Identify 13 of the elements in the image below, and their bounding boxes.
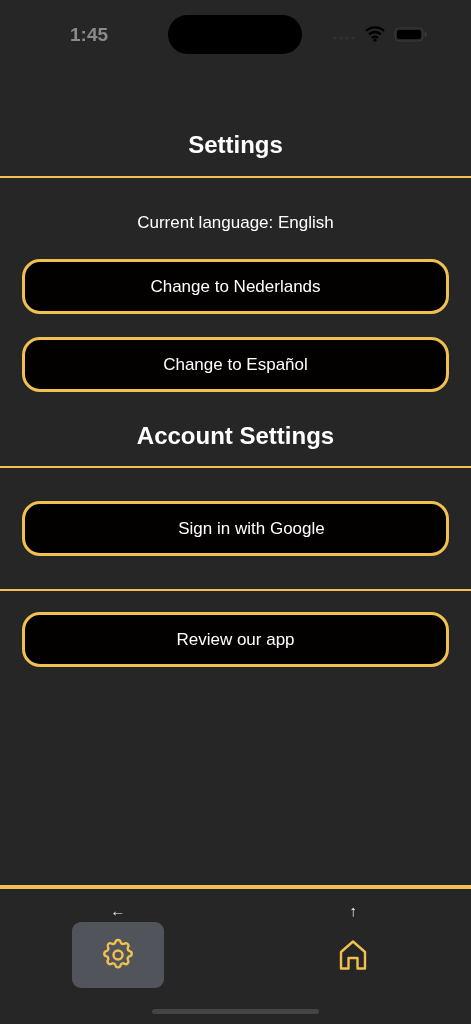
section-heading: Account Settings xyxy=(135,421,336,451)
pill-button[interactable]: Review our app xyxy=(22,612,449,667)
arrow-hint: ← xyxy=(110,903,126,919)
wifi-icon xyxy=(365,26,385,42)
clock-time: 1:45 xyxy=(70,24,110,46)
battery-icon xyxy=(394,27,428,42)
pill-button[interactable]: Change to Nederlands xyxy=(22,259,449,314)
arrow-hint: ↑ xyxy=(349,903,357,919)
current-language-text: Current language: English xyxy=(136,212,335,234)
tab-button[interactable] xyxy=(71,922,164,988)
page-title: Settings xyxy=(187,130,284,160)
pill-button[interactable]: Sign in with Google xyxy=(22,501,449,556)
pill-button[interactable]: Change to Español xyxy=(22,337,449,392)
